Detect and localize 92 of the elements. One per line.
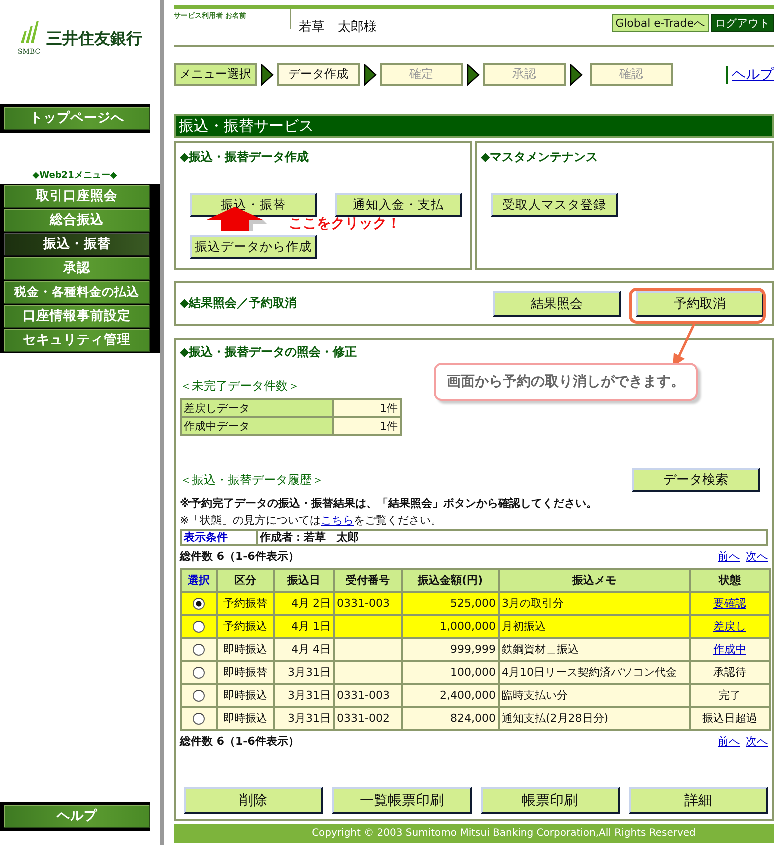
table-cell-text: 4月 4日 <box>292 643 331 656</box>
top-page-button[interactable]: トップページへ <box>4 107 150 130</box>
table-cell: 差戻しデータ <box>181 399 333 417</box>
column-header: 受付番号 <box>334 569 402 592</box>
sidebar-menu-item[interactable]: 振込・振替 <box>4 233 150 256</box>
menu-title: ◆Web21メニュー◆ <box>32 170 118 182</box>
status-text: 振込日超過 <box>702 712 758 725</box>
table-cell-text: 525,000 <box>450 597 496 610</box>
table-cell: 作成中データ <box>181 417 333 435</box>
section-heading: ◆結果照会／予約取消 <box>180 295 298 312</box>
list-print-button[interactable]: 一覧帳票印刷 <box>332 787 472 814</box>
next-link[interactable]: 次へ <box>746 734 768 749</box>
section-heading: ◆振込・振替データ作成 <box>180 149 310 166</box>
status-text: 承認待 <box>714 666 746 679</box>
table-cell-text: 鉄鋼資材＿振込 <box>502 643 579 656</box>
help-link[interactable]: ヘルプ <box>726 66 774 84</box>
logout-button[interactable]: ログアウト <box>711 14 774 32</box>
section-heading: ◆振込・振替データの照会・修正 <box>180 344 358 361</box>
here-link[interactable]: こちら <box>321 514 354 527</box>
form-print-button[interactable]: 帳票印刷 <box>480 787 620 814</box>
total-count: 総件数 6（1-6件表示） <box>180 734 300 749</box>
table-cell-text: 即時振込 <box>224 643 268 656</box>
filter-label: 表示条件 <box>182 531 258 544</box>
table-cell-text: 4月 2日 <box>292 597 331 610</box>
table-cell-text: 0331-002 <box>337 712 390 725</box>
column-header: 選択 <box>181 569 217 592</box>
detail-button[interactable]: 詳細 <box>628 787 768 814</box>
sidebar-menu-item[interactable]: 承認 <box>4 257 150 280</box>
table-cell-text: 予約振替 <box>224 597 268 610</box>
filter-value: 作成者：若草 太郎 <box>258 531 360 544</box>
table-cell-text: 1,000,000 <box>440 620 496 633</box>
bank-logo-text: 三井住友銀行 <box>46 29 143 50</box>
step-indicator: データ作成 <box>277 63 360 86</box>
column-header: 区分 <box>217 569 274 592</box>
table-cell-text: 即時振替 <box>224 666 268 679</box>
note-text: ※「状態」の見方についてはこちら をご覧ください。 <box>180 513 444 528</box>
table-cell-text: 即時振込 <box>224 689 268 702</box>
sidebar-menu-item[interactable]: セキュリティ管理 <box>4 329 150 352</box>
table-cell-text: 通知支払(2月28日分) <box>502 712 609 725</box>
result-inquiry-button[interactable]: 結果照会 <box>493 290 621 316</box>
page-title: 振込・振替サービス <box>174 114 774 138</box>
global-trade-button[interactable]: Global e-Tradeへ <box>612 14 709 32</box>
help-button[interactable]: ヘルプ <box>4 805 150 828</box>
table-cell-text: 臨時支払い分 <box>502 689 568 702</box>
table-cell-text: 824,000 <box>450 712 496 725</box>
previous-link[interactable]: 前へ <box>718 549 740 564</box>
table-cell-text: 即時振込 <box>224 712 268 725</box>
column-header: 振込日 <box>274 569 334 592</box>
create-from-data-button[interactable]: 振込データから作成 <box>190 235 317 259</box>
table-cell-text: 100,000 <box>450 666 496 679</box>
subsection-heading: ＜未完了データ件数＞ <box>180 378 300 395</box>
previous-link[interactable]: 前へ <box>718 734 740 749</box>
subsection-heading: ＜振込・振替データ履歴＞ <box>180 472 324 488</box>
table-cell-text: 0331-003 <box>337 689 390 702</box>
table-cell-text: 月初振込 <box>502 620 546 633</box>
delete-button[interactable]: 削除 <box>184 787 324 814</box>
table-cell-text: 4月 1日 <box>292 620 331 633</box>
sidebar-menu-item[interactable]: 取引口座照会 <box>4 185 150 208</box>
column-header: 振込金額(円) <box>402 569 499 592</box>
table-cell-text: 0331-003 <box>337 597 390 610</box>
table-cell-text: 3月31日 <box>288 666 331 679</box>
copyright-text: Copyright © 2003 Sumitomo Mitsui Banking Corporation,All Rights Reserved <box>174 824 774 843</box>
note-text: ※予約完了データの振込・振替結果は、「結果照会」ボタンから確認してください。 <box>180 496 599 511</box>
table-cell-text: 2,400,000 <box>440 689 496 702</box>
table-cell-text: 予約振込 <box>224 620 268 633</box>
data-search-button[interactable]: データ検索 <box>632 468 760 492</box>
user-name: 若草 太郎様 <box>298 19 378 37</box>
status-text: 完了 <box>719 689 741 702</box>
sidebar-menu-item[interactable]: 総合振込 <box>4 209 150 232</box>
cancel-reservation-button[interactable]: 予約取消 <box>636 290 764 316</box>
next-link[interactable]: 次へ <box>746 549 768 564</box>
click-hint-text: ここをクリック！ <box>289 215 401 233</box>
section-heading: ◆マスタメンテナンス <box>481 149 600 166</box>
total-count: 総件数 6（1-6件表示） <box>180 549 300 564</box>
table-cell-text: 999,999 <box>450 643 496 656</box>
step-indicator: メニュー選択 <box>174 63 257 86</box>
table-cell-text: 3月31日 <box>288 689 331 702</box>
step-indicator: 承認 <box>483 63 566 86</box>
notice-payment-button[interactable]: 通知入金・支払 <box>335 193 462 217</box>
table-cell-text: 3月31日 <box>288 712 331 725</box>
table-cell-text: 3月の取引分 <box>502 597 564 610</box>
column-header: 振込メモ <box>499 569 690 592</box>
sidebar-menu-item[interactable]: 口座情報事前設定 <box>4 305 150 328</box>
table-cell-text: 4月10日リース契約済パソコン代金 <box>502 666 677 679</box>
table-cell: 1件 <box>333 399 401 417</box>
payee-master-button[interactable]: 受取人マスタ登録 <box>491 193 618 217</box>
sidebar-menu-item[interactable]: 税金・各種料金の払込 <box>4 281 150 304</box>
step-indicator: 確定 <box>380 63 463 86</box>
table-cell: 1件 <box>333 417 401 435</box>
tip-callout: 画面から予約の取り消しができます。 <box>434 363 698 401</box>
step-indicator: 確認 <box>590 63 673 86</box>
column-header: 状態 <box>690 569 770 592</box>
